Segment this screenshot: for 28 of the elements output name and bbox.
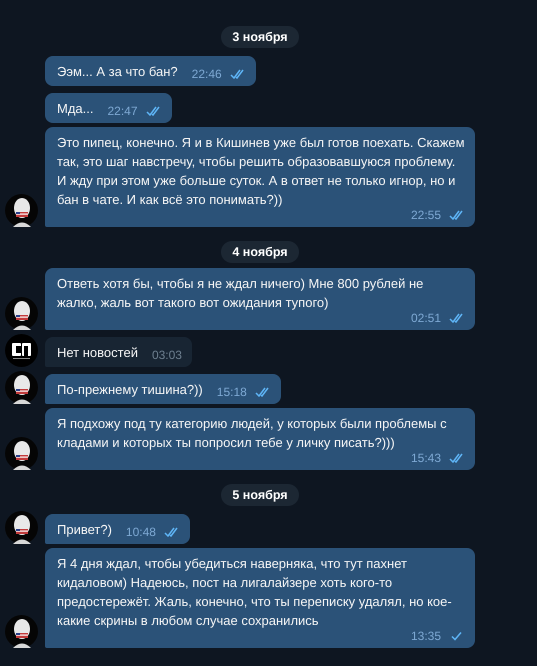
avatar[interactable] bbox=[5, 437, 38, 470]
message-text: По-прежнему тишина?)) bbox=[57, 381, 203, 399]
avatar[interactable] bbox=[5, 511, 38, 544]
date-label: 5 ноября bbox=[221, 484, 299, 506]
message-time: 13:35 bbox=[410, 628, 441, 644]
message-text: Привет?) bbox=[57, 521, 112, 539]
message-time: 22:47 bbox=[107, 103, 138, 119]
message-text: Мда... bbox=[57, 100, 94, 118]
avatar[interactable] bbox=[5, 371, 38, 404]
message-text: Я подхожу под ту категорию людей, у которых были проблемы с кладами и которых ты попросил тебе у личку писать?))) bbox=[57, 415, 448, 452]
message-time: 02:51 bbox=[410, 310, 441, 326]
avatar[interactable] bbox=[5, 297, 38, 330]
message-text: Нет новостей bbox=[57, 344, 138, 362]
message-time: 10:48 bbox=[126, 524, 156, 540]
date-label: 3 ноября bbox=[221, 26, 299, 48]
message-time: 22:46 bbox=[192, 66, 222, 82]
message-time: 22:55 bbox=[410, 207, 441, 223]
message-text: Ээм... А за что бан? bbox=[57, 63, 178, 81]
avatar[interactable] bbox=[5, 194, 38, 227]
message-time: 03:03 bbox=[152, 347, 182, 363]
message-text: Это пипец, конечно. Я и в Кишинев уже был готов поехать. Скажем так, это шаг навстречу, чтобы решить образовавшуюся проблему. И жду при этом уже больше суток. А в ответ не только игнор, но и бан в чате. И как всё это понимать?)) bbox=[57, 134, 465, 209]
message-time: 15:43 bbox=[410, 450, 441, 466]
message-time: 15:18 bbox=[216, 384, 247, 400]
avatar[interactable] bbox=[5, 615, 38, 648]
date-label: 4 ноября bbox=[221, 241, 299, 263]
message-text: Ответь хотя бы, чтобы я не ждал ничего) Мне 800 рублей не жалко, жаль вот такого вот ожидания тупого) bbox=[57, 275, 424, 312]
logo-avatar[interactable] bbox=[5, 334, 38, 367]
message-text: Я 4 дня ждал, чтобы убедиться наверняка, что тут пахнет кидаловом) Надеюсь, пост на лигалайзере хоть кого-то предостережёт. Жаль, конечно, что ты переписку удалял, но кое-какие скрины в любом случае сохранились bbox=[57, 555, 453, 630]
